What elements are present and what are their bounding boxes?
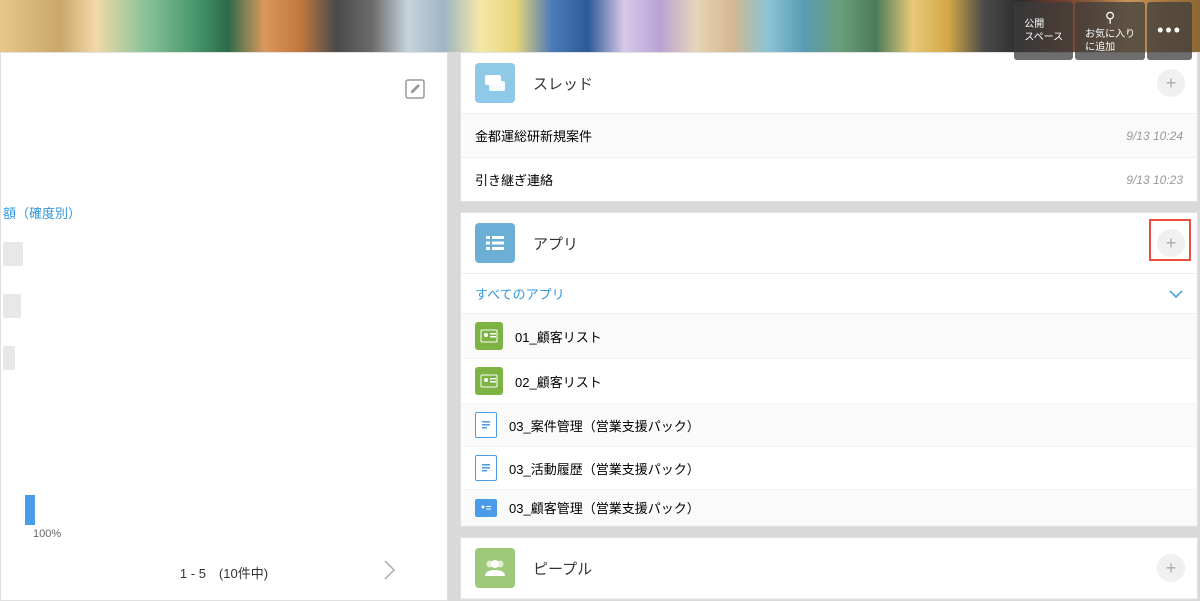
app-item[interactable]: 01_顧客リスト [461,314,1197,359]
contact-card-icon [475,367,503,395]
app-item[interactable]: 02_顧客リスト [461,359,1197,404]
pin-icon: ⚲ [1105,8,1115,26]
chart-bars [3,242,103,522]
app-title: アプリ [533,233,578,254]
thread-item-time: 9/13 10:23 [1126,173,1183,187]
add-favorite-label: お気に入りに追加 [1085,28,1135,54]
next-arrow[interactable] [383,559,397,587]
pagination: 1 - 5 (10件中) [1,563,447,582]
app-item-label: 03_案件管理（営業支援パック） [509,416,700,435]
app-filter[interactable]: すべてのアプリ [461,274,1197,314]
thread-item[interactable]: 引き継ぎ連絡 9/13 10:23 [461,158,1197,201]
app-section: アプリ + すべてのアプリ 01_顧客リスト 02_顧客リスト 03_案件管理（営業… [460,212,1198,527]
header-actions: 公開スペース ⚲ お気に入りに追加 ••• [1014,2,1192,60]
plus-icon: + [1166,73,1177,94]
add-favorite-button[interactable]: ⚲ お気に入りに追加 [1075,2,1145,60]
people-add-button[interactable]: + [1157,554,1185,582]
document-icon [475,412,497,438]
app-item-label: 02_顧客リスト [515,372,602,391]
thread-item-label: 引き継ぎ連絡 [475,170,553,189]
app-item-label: 03_顧客管理（営業支援パック） [509,498,700,517]
thread-item-label: 金都運総研新規案件 [475,126,592,145]
thread-add-button[interactable]: + [1157,69,1185,97]
thread-icon [475,63,515,103]
contact-card-icon [475,322,503,350]
card-icon [475,499,497,517]
app-item[interactable]: 03_案件管理（営業支援パック） [461,404,1197,447]
edit-button[interactable] [403,77,427,101]
public-space-label: 公開スペース [1024,18,1063,44]
people-title: ピープル [533,558,592,579]
thread-item[interactable]: 金都運総研新規案件 9/13 10:24 [461,114,1197,158]
thread-title: スレッド [533,73,593,94]
pencil-icon [403,77,427,101]
people-section: ピープル + [460,537,1198,600]
app-add-button[interactable]: + [1157,229,1185,257]
app-item[interactable]: 03_活動履歴（営業支援パック） [461,447,1197,490]
app-item-label: 03_活動履歴（営業支援パック） [509,459,700,478]
public-space-button[interactable]: 公開スペース [1014,2,1073,60]
app-filter-label: すべてのアプリ [475,284,565,303]
chevron-down-icon [1169,286,1183,301]
more-button[interactable]: ••• [1147,2,1192,60]
thread-item-time: 9/13 10:24 [1126,129,1183,143]
header-banner: 公開スペース ⚲ お気に入りに追加 ••• [0,0,1200,52]
app-header: アプリ + [461,213,1197,274]
people-header: ピープル + [461,538,1197,599]
people-icon [475,548,515,588]
content-area: 額（確度別） 100% 1 - 5 (10件中) スレッド [0,52,1200,601]
app-item[interactable]: 03_顧客管理（営業支援パック） [461,490,1197,526]
chevron-right-icon [383,559,397,581]
thread-header: スレッド + [461,53,1197,114]
plus-icon: + [1166,558,1177,579]
app-icon [475,223,515,263]
chart-label: 額（確度別） [3,203,103,222]
right-panel: スレッド + 金都運総研新規案件 9/13 10:24 引き継ぎ連絡 9/13 … [460,52,1200,601]
chart-section: 額（確度別） 100% [3,203,103,522]
plus-icon: + [1166,233,1177,254]
pagination-text: 1 - 5 (10件中) [180,563,268,582]
document-icon [475,455,497,481]
thread-section: スレッド + 金都運総研新規案件 9/13 10:24 引き継ぎ連絡 9/13 … [460,52,1198,202]
percent-label: 100% [33,528,61,540]
app-item-label: 01_顧客リスト [515,327,602,346]
left-panel: 額（確度別） 100% 1 - 5 (10件中) [0,52,448,601]
ellipsis-icon: ••• [1157,19,1182,42]
